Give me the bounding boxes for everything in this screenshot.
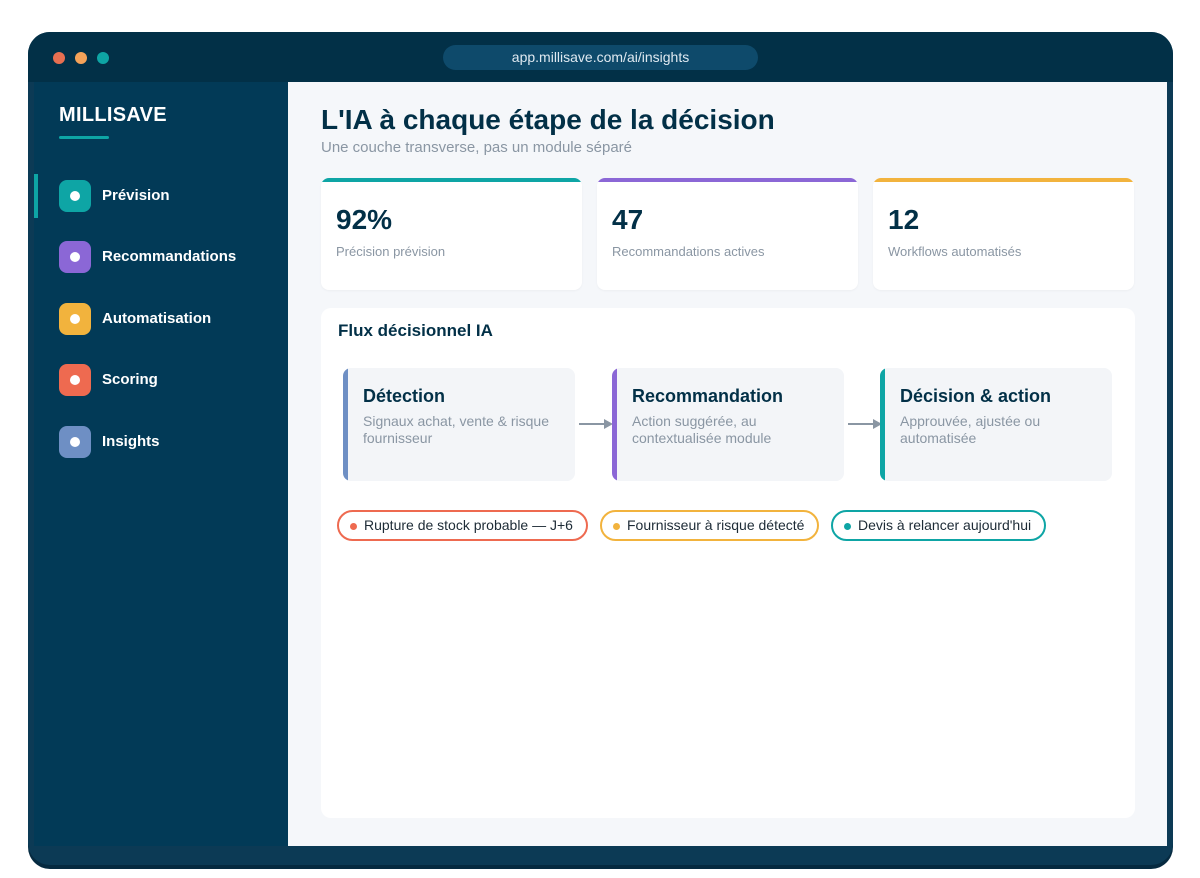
main-content: L'IA à chaque étape de la décision Une c…	[288, 82, 1167, 846]
kpi-label: Workflows automatisés	[888, 244, 1022, 259]
alert-chip-devis[interactable]: Devis à relancer aujourd'hui	[831, 510, 1046, 541]
arrow-right-icon	[579, 419, 613, 429]
step-title: Détection	[363, 386, 446, 406]
alert-chip-fournisseur[interactable]: Fournisseur à risque détecté	[600, 510, 819, 541]
kpi-value: 92%	[336, 204, 393, 235]
kpi-card-recommandations: 47 Recommandations actives	[597, 178, 858, 290]
kpi-label: Précision prévision	[336, 244, 446, 259]
alert-dot-icon	[350, 523, 357, 530]
maximize-window-button[interactable]	[97, 52, 109, 64]
alert-text: Fournisseur à risque détecté	[627, 517, 805, 533]
automatisation-icon	[59, 303, 91, 335]
alert-dot-icon	[844, 523, 851, 530]
step-description: Action suggérée, au contextualisée modul…	[632, 413, 772, 446]
recommandations-icon	[59, 241, 91, 273]
page-title: L'IA à chaque étape de la décision	[321, 104, 775, 135]
sidebar-item-recommandations[interactable]: Recommandations	[34, 235, 288, 279]
step-description: Approuvée, ajustée ou automatisée	[900, 413, 1041, 446]
sidebar: MILLISAVE Prévision Recommandations Auto…	[34, 82, 288, 846]
sidebar-item-automatisation[interactable]: Automatisation	[34, 297, 288, 341]
scoring-icon	[59, 364, 91, 396]
flow-step-detection[interactable]: Détection Signaux achat, vente & risque …	[343, 368, 575, 481]
kpi-accent-bar	[597, 178, 858, 182]
step-title: Décision & action	[900, 386, 1052, 406]
prevision-icon	[59, 180, 91, 212]
kpi-accent-bar	[873, 178, 1134, 182]
kpi-card-precision: 92% Précision prévision	[321, 178, 582, 290]
step-accent	[612, 368, 617, 481]
insights-icon	[59, 426, 91, 458]
step-accent	[880, 368, 885, 481]
flow-step-decision-action[interactable]: Décision & action Approuvée, ajustée ou …	[880, 368, 1112, 481]
alert-text: Devis à relancer aujourd'hui	[858, 517, 1032, 533]
alert-dot-icon	[613, 523, 620, 530]
sidebar-item-insights[interactable]: Insights	[34, 420, 288, 464]
step-title: Recommandation	[632, 386, 784, 406]
alert-text: Rupture de stock probable — J+6	[364, 517, 573, 533]
kpi-label: Recommandations actives	[612, 244, 765, 259]
kpi-card-workflows: 12 Workflows automatisés	[873, 178, 1134, 290]
kpi-value: 47	[612, 204, 644, 235]
flow-title: Flux décisionnel IA	[338, 321, 493, 340]
minimize-window-button[interactable]	[75, 52, 87, 64]
sidebar-item-label: Recommandations	[102, 248, 237, 265]
page-subtitle: Une couche transverse, pas un module sép…	[321, 139, 633, 156]
kpi-accent-bar	[321, 178, 582, 182]
alert-chip-stock[interactable]: Rupture de stock probable — J+6	[337, 510, 588, 541]
address-bar[interactable]: app.millisave.com/ai/insights	[443, 45, 758, 70]
sidebar-item-label: Automatisation	[102, 310, 212, 327]
decision-flow-panel: Flux décisionnel IA Détection Signaux ac…	[321, 308, 1135, 818]
flow-step-recommandation[interactable]: Recommandation Action suggérée, au conte…	[612, 368, 844, 481]
kpi-value: 12	[888, 204, 920, 235]
arrow-right-icon	[848, 419, 882, 429]
step-description: Signaux achat, vente & risque fournisseu…	[363, 413, 550, 446]
brand-logo: MILLISAVE	[59, 104, 167, 126]
title-bar: app.millisave.com/ai/insights	[28, 32, 1173, 82]
sidebar-item-label: Scoring	[102, 371, 158, 388]
sidebar-item-label: Insights	[102, 433, 160, 450]
brand-underline	[59, 136, 109, 139]
step-accent	[343, 368, 348, 481]
sidebar-item-label: Prévision	[102, 187, 170, 204]
sidebar-item-scoring[interactable]: Scoring	[34, 358, 288, 402]
close-window-button[interactable]	[53, 52, 65, 64]
sidebar-item-prevision[interactable]: Prévision	[34, 174, 288, 218]
